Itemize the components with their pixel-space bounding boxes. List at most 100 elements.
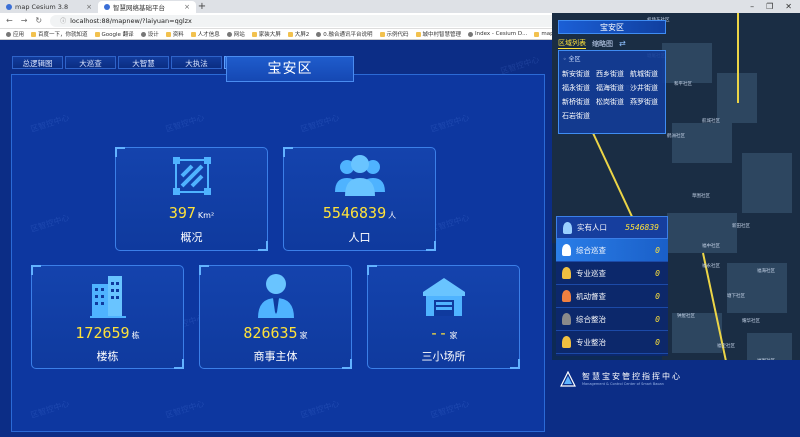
map-label: 福宝社区 [717,344,735,349]
map-label: 和平社区 [674,82,692,87]
logo-icon [560,370,576,387]
maximize-icon[interactable]: ❐ [766,2,773,11]
window-controls: – ❐ ✕ [750,2,800,11]
stat-label: 实有人口 [577,223,607,232]
region-header[interactable]: 宝安区 [558,20,666,34]
street-item[interactable]: 新桥街道 [562,97,596,107]
bookmark-item[interactable]: 网站 [226,30,245,38]
street-item[interactable]: 新安街道 [562,69,596,79]
bookmark-label: 网站 [233,32,245,38]
people-group-icon [334,155,385,196]
building-icon [89,276,126,318]
reload-icon[interactable]: ↻ [35,16,42,25]
stat-value: 0 [655,337,660,347]
stat-row[interactable]: 综合整治 0 [556,308,668,331]
tab-thumbnail[interactable]: 缩略图 [592,39,613,49]
bookmark-item[interactable]: Index - Cesium D... [468,31,527,37]
officer-icon [562,313,571,325]
bookmark-label: 0.融合通讯平台说明 [323,32,373,38]
street-item[interactable]: 航城街道 [630,69,664,79]
buildings-label: 楼栋 [96,350,119,363]
bookmark-item[interactable]: 大屏2 [287,30,309,38]
stat-row[interactable]: 专业巡查 0 [556,262,668,285]
tab-law-enforcement[interactable]: 大执法 [171,56,222,69]
map-label: 福永社区 [702,264,720,269]
venues-unit: 家 [449,331,458,340]
browser-tab-1[interactable]: map Cesium 3.8 × [0,1,98,13]
tab-title: map Cesium 3.8 [15,3,69,11]
stat-value: 0 [655,314,660,324]
business-card[interactable]: 826635 家 商事主体 [199,265,352,369]
new-tab-button[interactable]: + [196,1,208,13]
tab-region-list[interactable]: 区域列表 [558,38,586,49]
venues-label: 三小场所 [421,350,466,363]
area-value: 397 [168,204,196,222]
bookmark-item[interactable]: 城中村智慧管理 [415,30,461,38]
forward-icon[interactable]: → [21,16,28,25]
map-label: 钟屋社区 [677,314,695,319]
bookmark-label: Index - Cesium D... [475,31,528,37]
folder-icon [287,31,293,37]
buildings-card[interactable]: 172659 栋 楼栋 [31,265,184,369]
street-item[interactable]: 松岗街道 [596,97,630,107]
venues-card[interactable]: -- 家 三小场所 [367,265,520,369]
bookmark-item[interactable]: Google 翻译 [94,30,134,38]
bookmark-label: 示例代码 [386,32,409,38]
close-tab-icon[interactable]: × [184,3,190,11]
street-grid: 新安街道 西乡街道 航城街道福永街道 福海街道 沙井街道新桥街道 松岗街道 燕罗街道石岩街道 [562,69,664,121]
logo-title: 智慧宝安管控指挥中心 [582,372,682,381]
business-label: 商事主体 [253,350,298,363]
bookmark-item[interactable]: 设计 [140,30,159,38]
bookmark-item[interactable]: 资料 [165,30,184,38]
globe-icon [226,31,232,37]
info-icon[interactable]: ⓘ [60,16,66,25]
officer-icon [562,244,571,256]
tab-patrol[interactable]: 大巡查 [65,56,116,69]
area-unit: Km² [197,211,215,220]
street-item[interactable]: 燕罗街道 [630,97,664,107]
logo-subtitle: Management & Control Center of Smart Bao… [582,382,664,386]
bookmark-item[interactable]: 0.融合通讯平台说明 [316,30,373,38]
stat-row[interactable]: 综合巡查 0 [556,239,668,262]
street-item[interactable]: 沙井街道 [630,83,664,93]
url-text: localhost:88/mapnew/?laiyuan=qglzx [70,16,192,25]
tab-logic-map[interactable]: 总逻辑图 [12,56,63,69]
map-label: 福中社区 [702,244,720,249]
population-unit: 人 [388,211,397,220]
region-tabs: 区域列表 缩略图 ⇄ [558,38,626,49]
folder-icon [165,31,171,37]
close-tab-icon[interactable]: × [86,3,92,11]
minimize-icon[interactable]: – [750,2,754,11]
street-item[interactable]: 石岩街道 [562,111,596,121]
street-item[interactable]: 福永街道 [562,83,596,93]
business-person-icon [257,274,294,318]
map-label: 塘下社区 [727,294,745,299]
street-item[interactable]: 福海街道 [596,83,630,93]
population-card[interactable]: 5546839 人 人口 [283,147,436,251]
close-window-icon[interactable]: ✕ [785,2,792,11]
area-label: 概况 [180,231,203,244]
folder-icon [415,31,421,37]
stat-row[interactable]: 实有人口 5546839 [556,216,668,239]
bookmark-item[interactable]: 家装大屏 [251,30,281,38]
bookmark-item[interactable]: 百度一下，你就知道 [31,30,88,38]
bookmark-item[interactable]: 示例代码 [379,30,409,38]
bookmark-label: 人才信息 [197,32,220,38]
street-item[interactable]: 西乡街道 [596,69,630,79]
district-title: 宝安区 [226,56,354,82]
back-icon[interactable]: ← [6,16,13,25]
tab-wisdom[interactable]: 大智慧 [118,56,169,69]
overview-panel [11,74,545,432]
all-district-item[interactable]: ◦ 全区 [563,54,580,63]
stat-row[interactable]: 专业整治 0 [556,331,668,354]
stat-row[interactable]: 机动督查 0 [556,285,668,308]
area-card[interactable]: 397 Km² 概况 [115,147,268,251]
stat-label: 机动督查 [576,291,606,301]
swap-icon[interactable]: ⇄ [619,39,626,48]
buildings-unit: 栋 [131,331,140,340]
bookmark-item[interactable]: 人才信息 [190,30,220,38]
browser-tab-2[interactable]: 智慧网络基础平台 × [98,1,196,13]
bookmark-item[interactable]: 应用 [6,30,24,38]
stat-value: 0 [655,291,660,301]
folder-icon [190,31,196,37]
